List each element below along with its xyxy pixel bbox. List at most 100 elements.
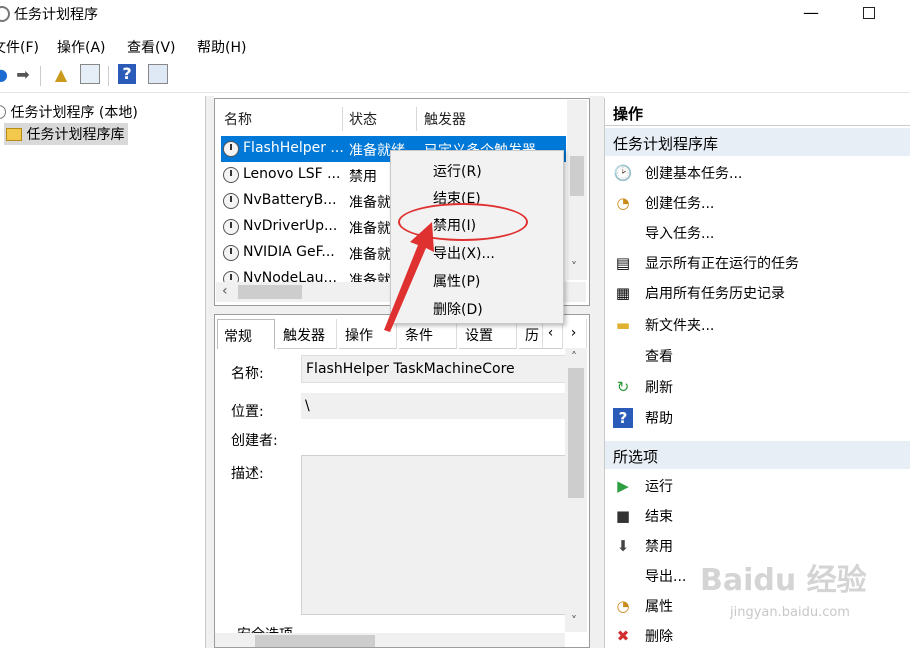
action-label: 属性 bbox=[645, 599, 673, 615]
scroll-thumb[interactable] bbox=[568, 368, 584, 498]
watermark-url: jingyan.baidu.com bbox=[730, 605, 850, 620]
show-hide-tree-icon[interactable] bbox=[80, 64, 100, 84]
scroll-left-icon[interactable]: ‹ bbox=[222, 283, 228, 299]
tab-general[interactable]: 常规 bbox=[217, 319, 275, 349]
scroll-down-icon[interactable]: ˅ bbox=[571, 614, 577, 628]
history-icon: ▦ bbox=[615, 284, 631, 302]
navigation-tree: 任务计划程序 (本地) 任务计划程序库 bbox=[0, 96, 206, 648]
task-icon bbox=[223, 193, 239, 209]
actions-header: 操作 bbox=[605, 98, 910, 126]
tab-triggers[interactable]: 触发器 bbox=[277, 319, 337, 349]
splitter[interactable] bbox=[590, 96, 604, 648]
refresh-icon: ↻ bbox=[616, 378, 630, 396]
action-label: 新文件夹... bbox=[645, 318, 715, 334]
section-library[interactable]: 任务计划程序库 bbox=[605, 128, 910, 156]
task-icon bbox=[223, 219, 239, 235]
action-view[interactable]: 查看 bbox=[613, 342, 903, 370]
menu-file[interactable]: 文件(F) bbox=[0, 37, 39, 57]
action-refresh[interactable]: ↻ 刷新 bbox=[613, 373, 903, 401]
tree-root[interactable]: 任务计划程序 (本地) bbox=[0, 102, 138, 122]
description-label: 描述: bbox=[231, 466, 264, 482]
folder-icon bbox=[6, 128, 22, 141]
detail-vertical-scrollbar[interactable]: ˄ ˅ bbox=[565, 348, 587, 632]
tree-root-label: 任务计划程序 (本地) bbox=[10, 105, 138, 121]
running-tasks-icon: ▤ bbox=[615, 254, 631, 272]
action-label: 结束 bbox=[645, 509, 673, 525]
action-create-task[interactable]: ◔ 创建任务... bbox=[613, 189, 903, 217]
scroll-up-icon[interactable]: ˄ bbox=[571, 350, 577, 364]
scroll-thumb[interactable] bbox=[570, 156, 584, 196]
tree-item-library[interactable]: 任务计划程序库 bbox=[4, 123, 129, 145]
description-field[interactable] bbox=[301, 455, 581, 615]
menu-bar: 文件(F) 操作(A) 查看(V) 帮助(H) bbox=[0, 34, 910, 58]
task-name: NvBatteryB... bbox=[243, 192, 337, 208]
action-end[interactable]: ■ 结束 bbox=[613, 502, 903, 530]
up-folder-icon[interactable]: ▲ bbox=[50, 64, 72, 86]
detail-horizontal-scrollbar[interactable] bbox=[215, 633, 565, 647]
action-enable-history[interactable]: ▦ 启用所有任务历史记录 bbox=[613, 279, 903, 307]
task-name: NvDriverUp... bbox=[243, 218, 338, 234]
action-show-running[interactable]: ▤ 显示所有正在运行的任务 bbox=[613, 249, 903, 277]
clock-icon: ◔ bbox=[616, 194, 630, 212]
maximize-button[interactable] bbox=[852, 5, 886, 25]
scroll-down-icon[interactable]: ˅ bbox=[571, 260, 577, 274]
action-pane-icon[interactable] bbox=[148, 64, 168, 84]
column-separator[interactable] bbox=[416, 107, 417, 131]
action-new-folder[interactable]: ▬ 新文件夹... bbox=[613, 311, 903, 339]
clock-icon bbox=[0, 105, 6, 119]
section-selected-item[interactable]: 所选项 bbox=[605, 441, 910, 469]
title-bar: 任务计划程序 — bbox=[0, 0, 910, 30]
menu-help[interactable]: 帮助(H) bbox=[197, 37, 246, 57]
task-icon bbox=[223, 271, 239, 282]
action-label: 创建基本任务... bbox=[645, 166, 743, 182]
column-name[interactable]: 名称 bbox=[224, 109, 252, 129]
name-field[interactable]: FlashHelper TaskMachineCore bbox=[301, 355, 581, 383]
action-run[interactable]: ▶ 运行 bbox=[613, 472, 903, 500]
task-name: FlashHelper ... bbox=[243, 140, 343, 156]
scroll-thumb[interactable] bbox=[238, 285, 302, 299]
stop-icon: ■ bbox=[615, 507, 631, 525]
column-trigger[interactable]: 触发器 bbox=[424, 109, 466, 129]
column-separator[interactable] bbox=[342, 107, 343, 131]
help-icon: ? bbox=[613, 408, 633, 428]
play-icon: ▶ bbox=[617, 477, 629, 495]
disable-arrow-icon: ⬇ bbox=[616, 537, 630, 555]
maximize-icon bbox=[863, 7, 875, 19]
menu-action[interactable]: 操作(A) bbox=[57, 37, 106, 57]
action-label: 删除 bbox=[645, 629, 673, 645]
watermark: Baidu 经验 jingyan.baidu.com bbox=[700, 555, 900, 635]
location-field: \ bbox=[301, 393, 581, 419]
menu-view[interactable]: 查看(V) bbox=[127, 37, 176, 57]
action-help[interactable]: ? 帮助 bbox=[613, 404, 903, 432]
task-status: 准备就 bbox=[349, 195, 391, 211]
delete-icon: ✖ bbox=[616, 627, 630, 645]
task-list-vertical-scrollbar[interactable]: ˅ bbox=[567, 100, 587, 280]
task-icon bbox=[223, 167, 239, 183]
action-import-task[interactable]: 导入任务... bbox=[613, 219, 903, 247]
name-label: 名称: bbox=[231, 366, 264, 382]
action-label: 显示所有正在运行的任务 bbox=[645, 256, 799, 272]
tab-scroll-right[interactable]: › bbox=[565, 319, 587, 349]
splitter[interactable] bbox=[206, 96, 214, 648]
help-icon[interactable]: ? bbox=[118, 64, 136, 84]
window-title: 任务计划程序 bbox=[14, 7, 98, 23]
properties-icon: ◔ bbox=[616, 597, 630, 615]
back-icon[interactable]: ● bbox=[0, 64, 12, 86]
toolbar-divider bbox=[0, 92, 910, 93]
annotation-arrow bbox=[384, 222, 434, 332]
action-create-basic-task[interactable]: 🕑 创建基本任务... bbox=[613, 159, 903, 187]
task-scheduler-icon bbox=[0, 6, 10, 22]
tree-library-label: 任务计划程序库 bbox=[26, 127, 125, 143]
scroll-thumb[interactable] bbox=[255, 635, 375, 647]
action-label: 运行 bbox=[645, 479, 673, 495]
action-label: 创建任务... bbox=[645, 196, 715, 212]
task-name: Lenovo LSF ... bbox=[243, 166, 341, 182]
column-status[interactable]: 状态 bbox=[349, 109, 377, 129]
minimize-button[interactable]: — bbox=[793, 0, 829, 30]
folder-icon: ▬ bbox=[615, 316, 631, 334]
forward-icon[interactable]: ➡ bbox=[12, 64, 34, 86]
action-label: 刷新 bbox=[645, 380, 673, 396]
menu-item-run[interactable]: 运行(R) bbox=[391, 157, 563, 185]
action-label: 查看 bbox=[645, 349, 673, 365]
action-label: 导入任务... bbox=[645, 226, 715, 242]
